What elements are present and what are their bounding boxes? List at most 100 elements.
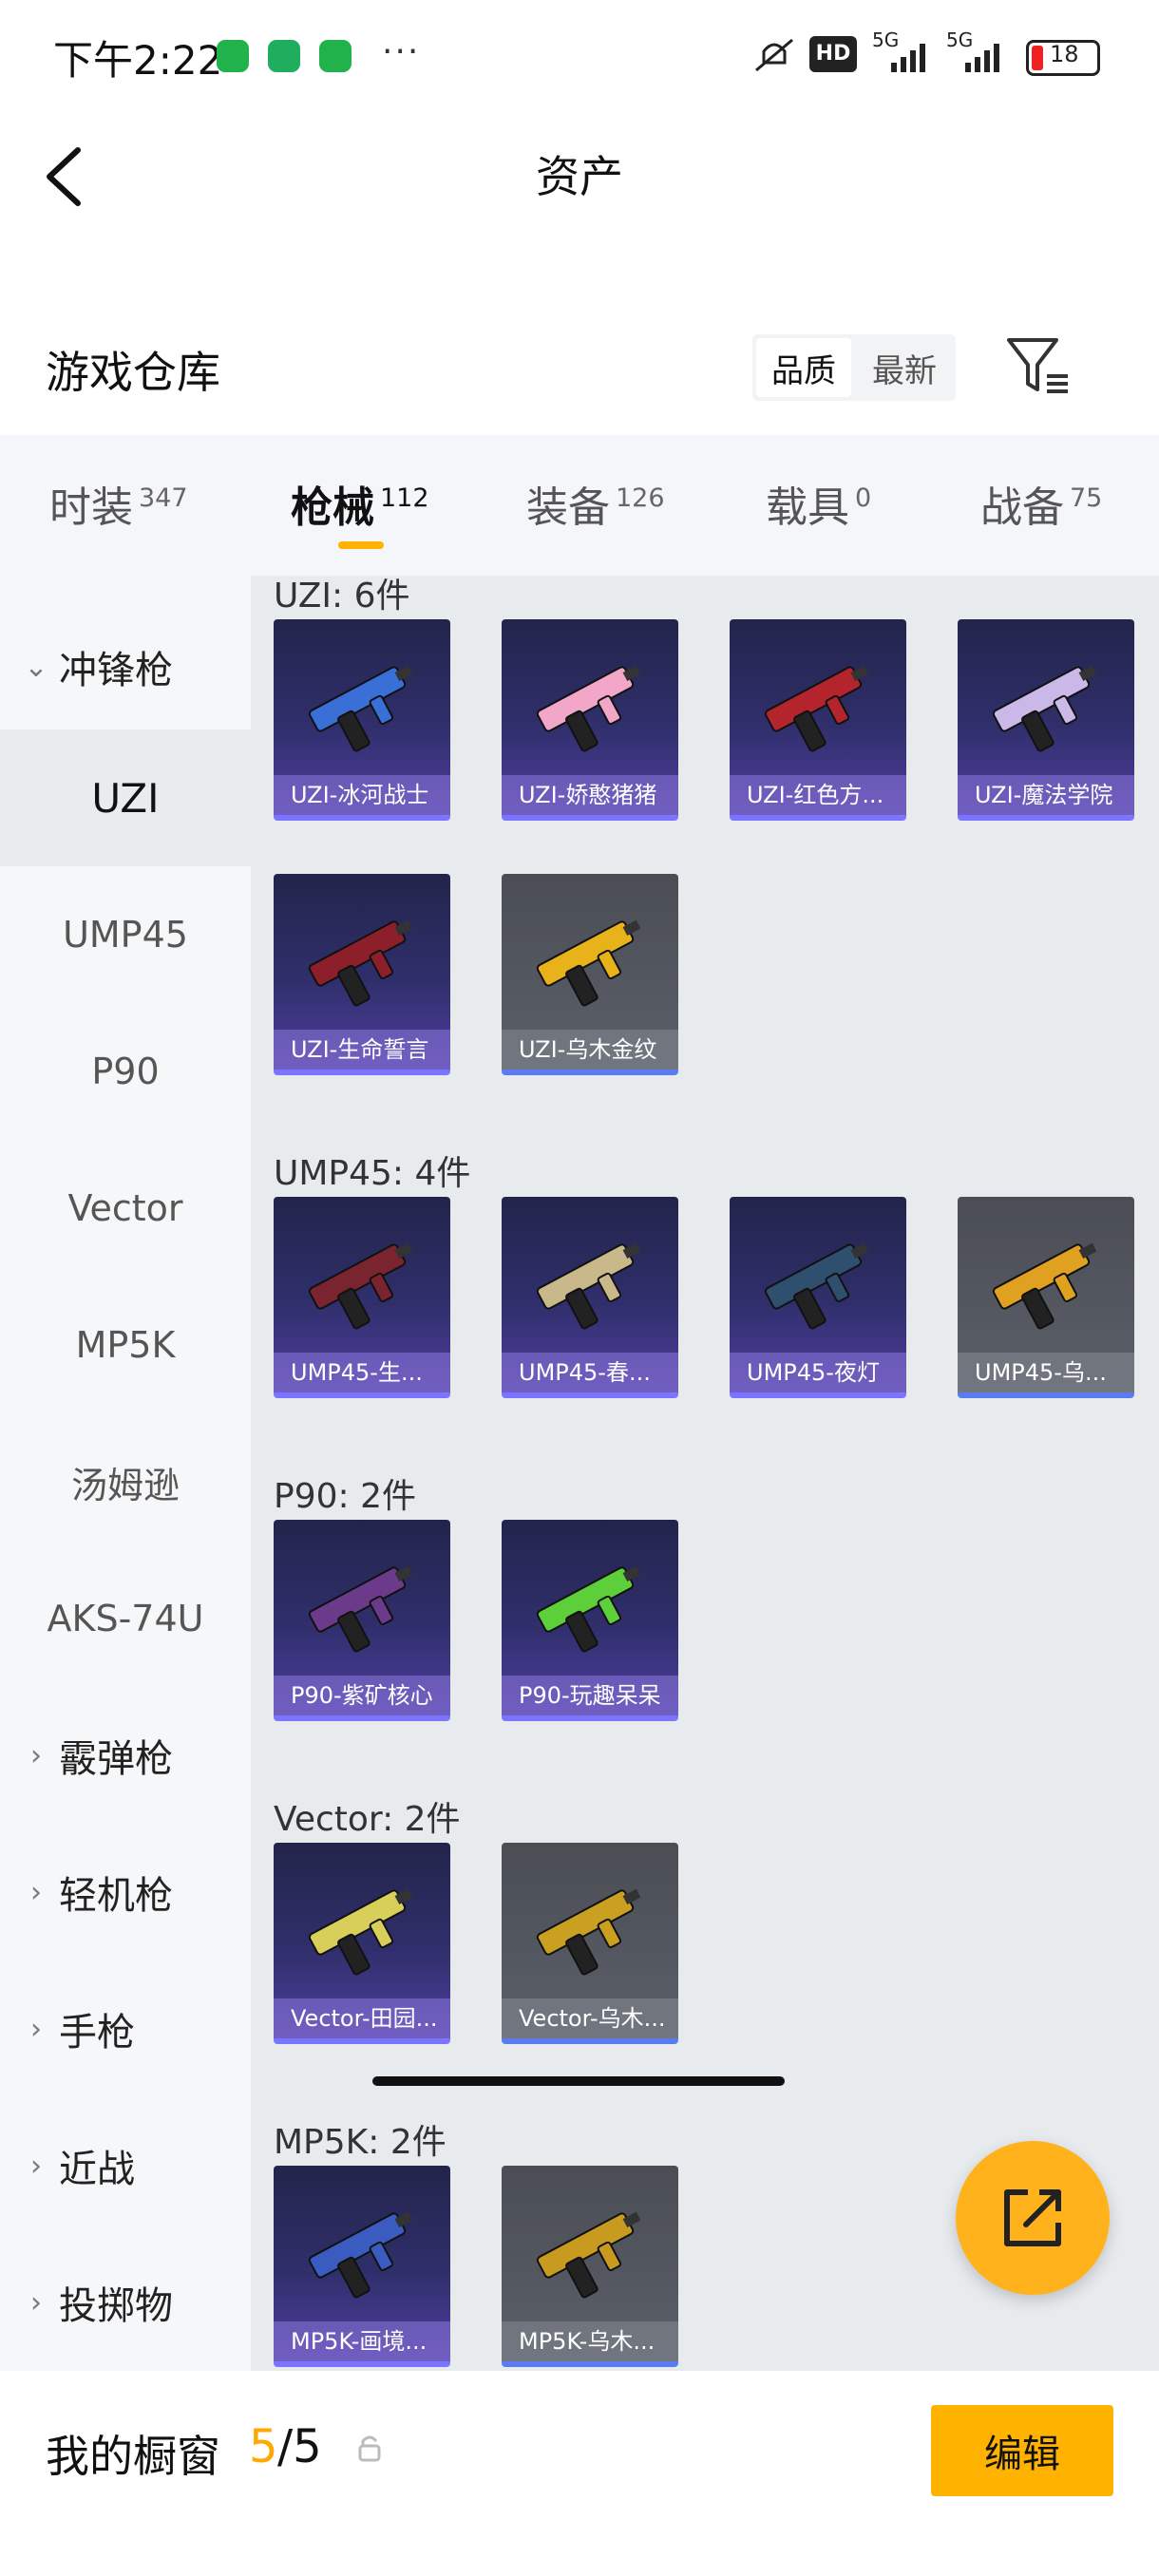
weapon-icon bbox=[536, 2211, 641, 2299]
item-name: UMP45-生... bbox=[274, 1353, 450, 1392]
tab-equipment[interactable]: 装备 126 bbox=[526, 473, 665, 534]
item-card[interactable]: MP5K-画境... bbox=[274, 2166, 450, 2367]
weapon-icon bbox=[536, 1242, 641, 1330]
item-name: UMP45-乌... bbox=[958, 1353, 1134, 1392]
group-title: UMP45: 4件 bbox=[274, 1154, 471, 1193]
tab-count: 112 bbox=[380, 483, 429, 514]
tab-vehicles[interactable]: 载具 0 bbox=[766, 473, 871, 534]
sidebar-category-throwable[interactable]: › 投掷物 bbox=[0, 2234, 251, 2371]
battery-level: 18 bbox=[1050, 41, 1079, 67]
item-card[interactable]: P90-玩趣呆呆 bbox=[502, 1520, 678, 1721]
sort-newest-button[interactable]: 最新 bbox=[857, 338, 952, 397]
item-name: UZI-魔法学院 bbox=[958, 775, 1134, 815]
sidebar-category-melee[interactable]: › 近战 bbox=[0, 2097, 251, 2234]
weapon-icon bbox=[992, 1242, 1097, 1330]
tab-label: 装备 bbox=[526, 483, 610, 532]
chevron-right-icon: › bbox=[30, 1875, 42, 1909]
showcase-current-count: 5 bbox=[249, 2420, 278, 2473]
sort-quality-button[interactable]: 品质 bbox=[756, 338, 851, 397]
weapon-icon bbox=[536, 665, 641, 752]
sidebar-category-lmg[interactable]: › 轻机枪 bbox=[0, 1824, 251, 1960]
item-card[interactable]: UZI-冰河战士 bbox=[274, 619, 450, 821]
chevron-right-icon: › bbox=[30, 2149, 42, 2183]
showcase-total-count: /5 bbox=[277, 2420, 322, 2473]
sidebar-item-thompson[interactable]: 汤姆逊 bbox=[0, 1413, 251, 1550]
mute-icon bbox=[755, 38, 793, 72]
category-tabs: 时装 347 枪械 112 装备 126 载具 0 战备 75 bbox=[0, 435, 1159, 576]
page-title: 资产 bbox=[536, 151, 623, 202]
item-name: UMP45-夜灯 bbox=[730, 1353, 906, 1392]
weapon-icon bbox=[308, 919, 413, 1007]
item-name: Vector-田园... bbox=[274, 1998, 450, 2038]
showcase-label: 我的橱窗 bbox=[46, 2431, 220, 2482]
item-card[interactable]: P90-紫矿核心 bbox=[274, 1520, 450, 1721]
item-name: UZI-乌木金纹 bbox=[502, 1030, 678, 1070]
signal-icon-2 bbox=[965, 44, 999, 72]
sidebar-category-smg[interactable]: ⌄ 冲锋枪 bbox=[0, 598, 251, 735]
hd-icon: HD bbox=[809, 36, 857, 72]
weapon-icon bbox=[536, 919, 641, 1007]
tab-label: 时装 bbox=[49, 483, 133, 532]
chevron-right-icon: › bbox=[30, 2012, 42, 2046]
item-name: P90-紫矿核心 bbox=[274, 1676, 450, 1715]
security-icon bbox=[268, 40, 300, 72]
tab-count: 126 bbox=[616, 483, 665, 514]
sidebar-category-label: 手枪 bbox=[59, 2011, 135, 2055]
active-tab-indicator bbox=[338, 541, 384, 549]
item-card[interactable]: UZI-红色方... bbox=[730, 619, 906, 821]
share-button[interactable] bbox=[956, 2141, 1110, 2295]
sidebar-category-label: 霰弹枪 bbox=[59, 1737, 173, 1781]
item-card[interactable]: Vector-田园... bbox=[274, 1843, 450, 2044]
status-bar: 下午2:22 ··· HD 5G 5G 18 bbox=[0, 0, 1159, 112]
item-name: UZI-冰河战士 bbox=[274, 775, 450, 815]
chevron-down-icon: ⌄ bbox=[24, 650, 48, 684]
phone-icon bbox=[319, 40, 352, 72]
item-name: UMP45-春... bbox=[502, 1353, 678, 1392]
share-icon bbox=[1004, 2189, 1061, 2246]
weapon-icon bbox=[308, 665, 413, 752]
item-card[interactable]: MP5K-乌木... bbox=[502, 2166, 678, 2367]
item-card[interactable]: UZI-生命誓言 bbox=[274, 874, 450, 1075]
tab-supplies[interactable]: 战备 75 bbox=[980, 473, 1102, 534]
more-notifications-icon: ··· bbox=[382, 32, 421, 71]
weapon-icon bbox=[308, 2211, 413, 2299]
tab-count: 0 bbox=[855, 483, 872, 514]
sidebar-item-p90[interactable]: P90 bbox=[0, 1003, 251, 1140]
item-card[interactable]: Vector-乌木... bbox=[502, 1843, 678, 2044]
group-title: Vector: 2件 bbox=[274, 1800, 461, 1839]
weapon-icon bbox=[308, 1242, 413, 1330]
item-card[interactable]: UMP45-乌... bbox=[958, 1197, 1134, 1398]
sidebar-item-mp5k[interactable]: MP5K bbox=[0, 1277, 251, 1413]
item-name: P90-玩趣呆呆 bbox=[502, 1676, 678, 1715]
filter-icon[interactable] bbox=[1005, 334, 1072, 397]
item-card[interactable]: UMP45-夜灯 bbox=[730, 1197, 906, 1398]
item-name: UZI-红色方... bbox=[730, 775, 906, 815]
section-title: 游戏仓库 bbox=[46, 347, 220, 398]
sidebar-category-shotgun[interactable]: › 霰弹枪 bbox=[0, 1687, 251, 1824]
item-card[interactable]: UZI-乌木金纹 bbox=[502, 874, 678, 1075]
group-title: UZI: 6件 bbox=[274, 577, 410, 616]
weapon-icon bbox=[536, 1565, 641, 1653]
sidebar-category-pistol[interactable]: › 手枪 bbox=[0, 1960, 251, 2097]
tab-count: 75 bbox=[1070, 483, 1103, 514]
tab-fashion[interactable]: 时装 347 bbox=[49, 473, 188, 534]
sidebar-category-label: 冲锋枪 bbox=[59, 649, 173, 692]
chevron-right-icon: › bbox=[30, 2285, 42, 2320]
item-card[interactable]: UZI-魔法学院 bbox=[958, 619, 1134, 821]
weapon-icon bbox=[308, 1565, 413, 1653]
sidebar-category-label: 投掷物 bbox=[59, 2284, 173, 2328]
signal-icon-1 bbox=[891, 44, 925, 72]
sidebar-item-ump45[interactable]: UMP45 bbox=[0, 866, 251, 1003]
item-card[interactable]: UZI-娇憨猪猪 bbox=[502, 619, 678, 821]
sidebar-item-uzi[interactable]: UZI bbox=[0, 729, 251, 866]
item-card[interactable]: UMP45-春... bbox=[502, 1197, 678, 1398]
sidebar-item-aks74u[interactable]: AKS-74U bbox=[0, 1550, 251, 1687]
item-name: UZI-娇憨猪猪 bbox=[502, 775, 678, 815]
sidebar-item-vector[interactable]: Vector bbox=[0, 1140, 251, 1277]
tab-firearms[interactable]: 枪械 112 bbox=[291, 473, 429, 534]
weapon-icon bbox=[308, 1888, 413, 1976]
group-title: MP5K: 2件 bbox=[274, 2123, 446, 2162]
item-card[interactable]: UMP45-生... bbox=[274, 1197, 450, 1398]
group-title: P90: 2件 bbox=[274, 1477, 416, 1516]
edit-button[interactable]: 编辑 bbox=[931, 2405, 1113, 2496]
